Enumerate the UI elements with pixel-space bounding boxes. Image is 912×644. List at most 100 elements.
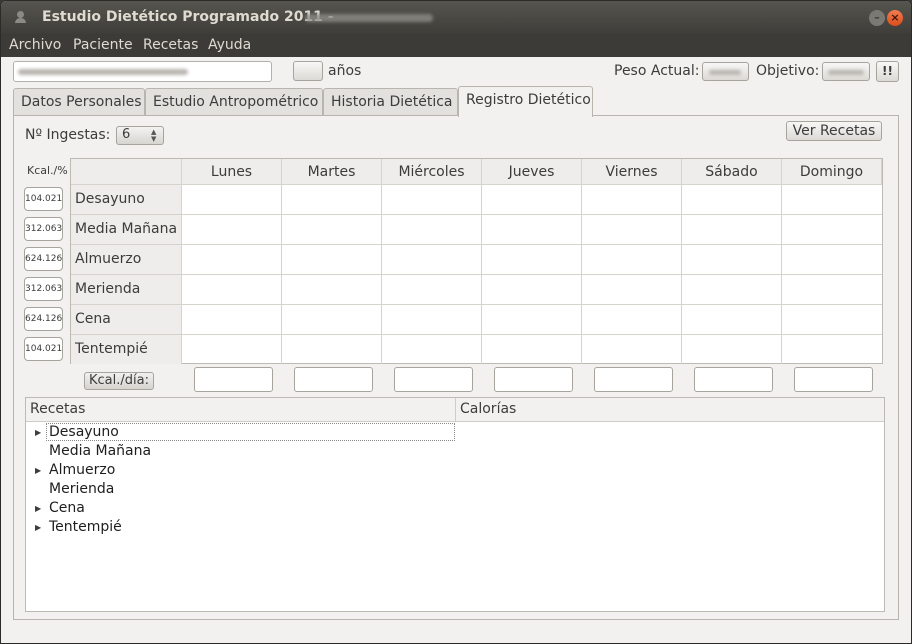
grid-cell[interactable] <box>582 185 682 215</box>
window-title: Estudio Dietético Programado 2011 - <box>42 9 334 25</box>
kcal-field-cena[interactable]: 624.126 <box>24 307 63 331</box>
grid-cell[interactable] <box>682 305 782 335</box>
tree-item-tentempie[interactable]: Tentempié <box>49 519 122 535</box>
grid-cell[interactable] <box>682 335 782 364</box>
grid-cell[interactable] <box>782 335 882 364</box>
grid-cell[interactable] <box>582 245 682 275</box>
day-header: Lunes <box>182 159 282 185</box>
grid-cell[interactable] <box>282 185 382 215</box>
ingestas-spinner[interactable]: 6 ▲ ▼ <box>116 126 164 145</box>
day-header: Viernes <box>582 159 682 185</box>
alert-button[interactable]: !! <box>876 61 899 82</box>
grid-cell[interactable] <box>582 215 682 245</box>
kcal-dia-button[interactable]: Kcal./día: <box>84 372 154 390</box>
objetivo-label: Objetivo: <box>756 63 820 79</box>
grid-cell[interactable] <box>482 275 582 305</box>
kcal-field-desayuno[interactable]: 104.021 <box>24 187 63 211</box>
kcal-field-media-manana[interactable]: 312.063 <box>24 217 63 241</box>
grid-cell[interactable] <box>282 245 382 275</box>
objetivo-field[interactable] <box>822 62 870 81</box>
kcal-field-tentempie[interactable]: 104.021 <box>24 337 63 361</box>
age-field[interactable] <box>293 61 323 81</box>
grid-cell[interactable] <box>482 245 582 275</box>
grid-cell[interactable] <box>782 245 882 275</box>
menu-ayuda[interactable]: Ayuda <box>208 37 251 53</box>
grid-cell[interactable] <box>282 305 382 335</box>
grid-cell[interactable] <box>182 275 282 305</box>
grid-cell[interactable] <box>182 185 282 215</box>
grid-cell[interactable] <box>782 275 882 305</box>
grid-cell[interactable] <box>682 215 782 245</box>
menu-recetas[interactable]: Recetas <box>143 37 198 53</box>
kcal-pct-header: Kcal./% <box>27 164 68 177</box>
grid-cell[interactable] <box>382 275 482 305</box>
kcal-field-almuerzo[interactable]: 624.126 <box>24 247 63 271</box>
ver-recetas-button[interactable]: Ver Recetas <box>786 121 882 141</box>
grid-cell[interactable] <box>182 305 282 335</box>
grid-cell[interactable] <box>582 335 682 364</box>
grid-cell[interactable] <box>482 335 582 364</box>
tab-datos-personales[interactable]: Datos Personales <box>13 88 145 116</box>
grid-cell[interactable] <box>582 305 682 335</box>
age-unit-label: años <box>328 63 362 79</box>
grid-cell[interactable] <box>482 185 582 215</box>
kcal-dia-sabado[interactable] <box>694 367 773 392</box>
col-calorias-header[interactable]: Calorías <box>456 398 884 422</box>
tab-registro-dietetico[interactable]: Registro Dietético <box>458 86 593 117</box>
grid-cell[interactable] <box>782 305 882 335</box>
day-header: Sábado <box>682 159 782 185</box>
tree-item-desayuno[interactable]: Desayuno <box>49 424 119 440</box>
minimize-icon[interactable]: – <box>869 10 885 26</box>
tab-estudio-antropometrico[interactable]: Estudio Antropométrico <box>145 88 323 116</box>
tree-item-almuerzo[interactable]: Almuerzo <box>49 462 115 478</box>
triangle-right-icon[interactable]: ▶ <box>35 504 41 513</box>
grid-cell[interactable] <box>182 335 282 364</box>
tree-item-media-manana[interactable]: Media Mañana <box>49 443 151 459</box>
day-header: Jueves <box>482 159 582 185</box>
peso-actual-field[interactable] <box>702 62 749 81</box>
grid-cell[interactable] <box>682 245 782 275</box>
kcal-dia-miercoles[interactable] <box>394 367 473 392</box>
grid-cell[interactable] <box>382 215 482 245</box>
grid-cell[interactable] <box>382 245 482 275</box>
close-icon[interactable]: × <box>887 10 903 26</box>
day-header: Miércoles <box>382 159 482 185</box>
grid-cell[interactable] <box>382 335 482 364</box>
grid-cell[interactable] <box>482 305 582 335</box>
triangle-right-icon[interactable]: ▶ <box>35 523 41 532</box>
kcal-field-merienda[interactable]: 312.063 <box>24 277 63 301</box>
grid-cell[interactable] <box>282 335 382 364</box>
grid-cell[interactable] <box>382 305 482 335</box>
spin-down-icon[interactable]: ▼ <box>151 136 156 143</box>
triangle-right-icon[interactable]: ▶ <box>35 428 41 437</box>
kcal-dia-viernes[interactable] <box>594 367 673 392</box>
ingestas-value: 6 <box>122 127 131 142</box>
grid-cell[interactable] <box>182 245 282 275</box>
grid-cell[interactable] <box>682 185 782 215</box>
tree-item-cena[interactable]: Cena <box>49 500 85 516</box>
triangle-right-icon[interactable]: ▶ <box>35 466 41 475</box>
grid-cell[interactable] <box>382 185 482 215</box>
menu-paciente[interactable]: Paciente <box>73 37 133 53</box>
tab-historia-dietetica[interactable]: Historia Dietética <box>323 88 458 116</box>
weekly-grid: Lunes Martes Miércoles Jueves Viernes Sá… <box>70 158 883 364</box>
recetas-tree[interactable]: Recetas Calorías ▶ Desayuno Media Mañana… <box>25 397 885 612</box>
patient-name-field[interactable] <box>13 61 272 82</box>
kcal-dia-domingo[interactable] <box>794 367 873 392</box>
grid-cell[interactable] <box>282 215 382 245</box>
tree-item-merienda[interactable]: Merienda <box>49 481 114 497</box>
grid-cell[interactable] <box>582 275 682 305</box>
col-recetas-header[interactable]: Recetas <box>26 398 456 422</box>
grid-cell[interactable] <box>282 275 382 305</box>
kcal-dia-lunes[interactable] <box>194 367 273 392</box>
day-header: Domingo <box>782 159 882 185</box>
grid-cell[interactable] <box>682 275 782 305</box>
grid-cell[interactable] <box>182 215 282 245</box>
kcal-dia-jueves[interactable] <box>494 367 573 392</box>
grid-cell[interactable] <box>782 215 882 245</box>
grid-cell[interactable] <box>782 185 882 215</box>
kcal-dia-martes[interactable] <box>294 367 373 392</box>
menu-archivo[interactable]: Archivo <box>9 37 61 53</box>
grid-corner <box>71 159 182 185</box>
grid-cell[interactable] <box>482 215 582 245</box>
